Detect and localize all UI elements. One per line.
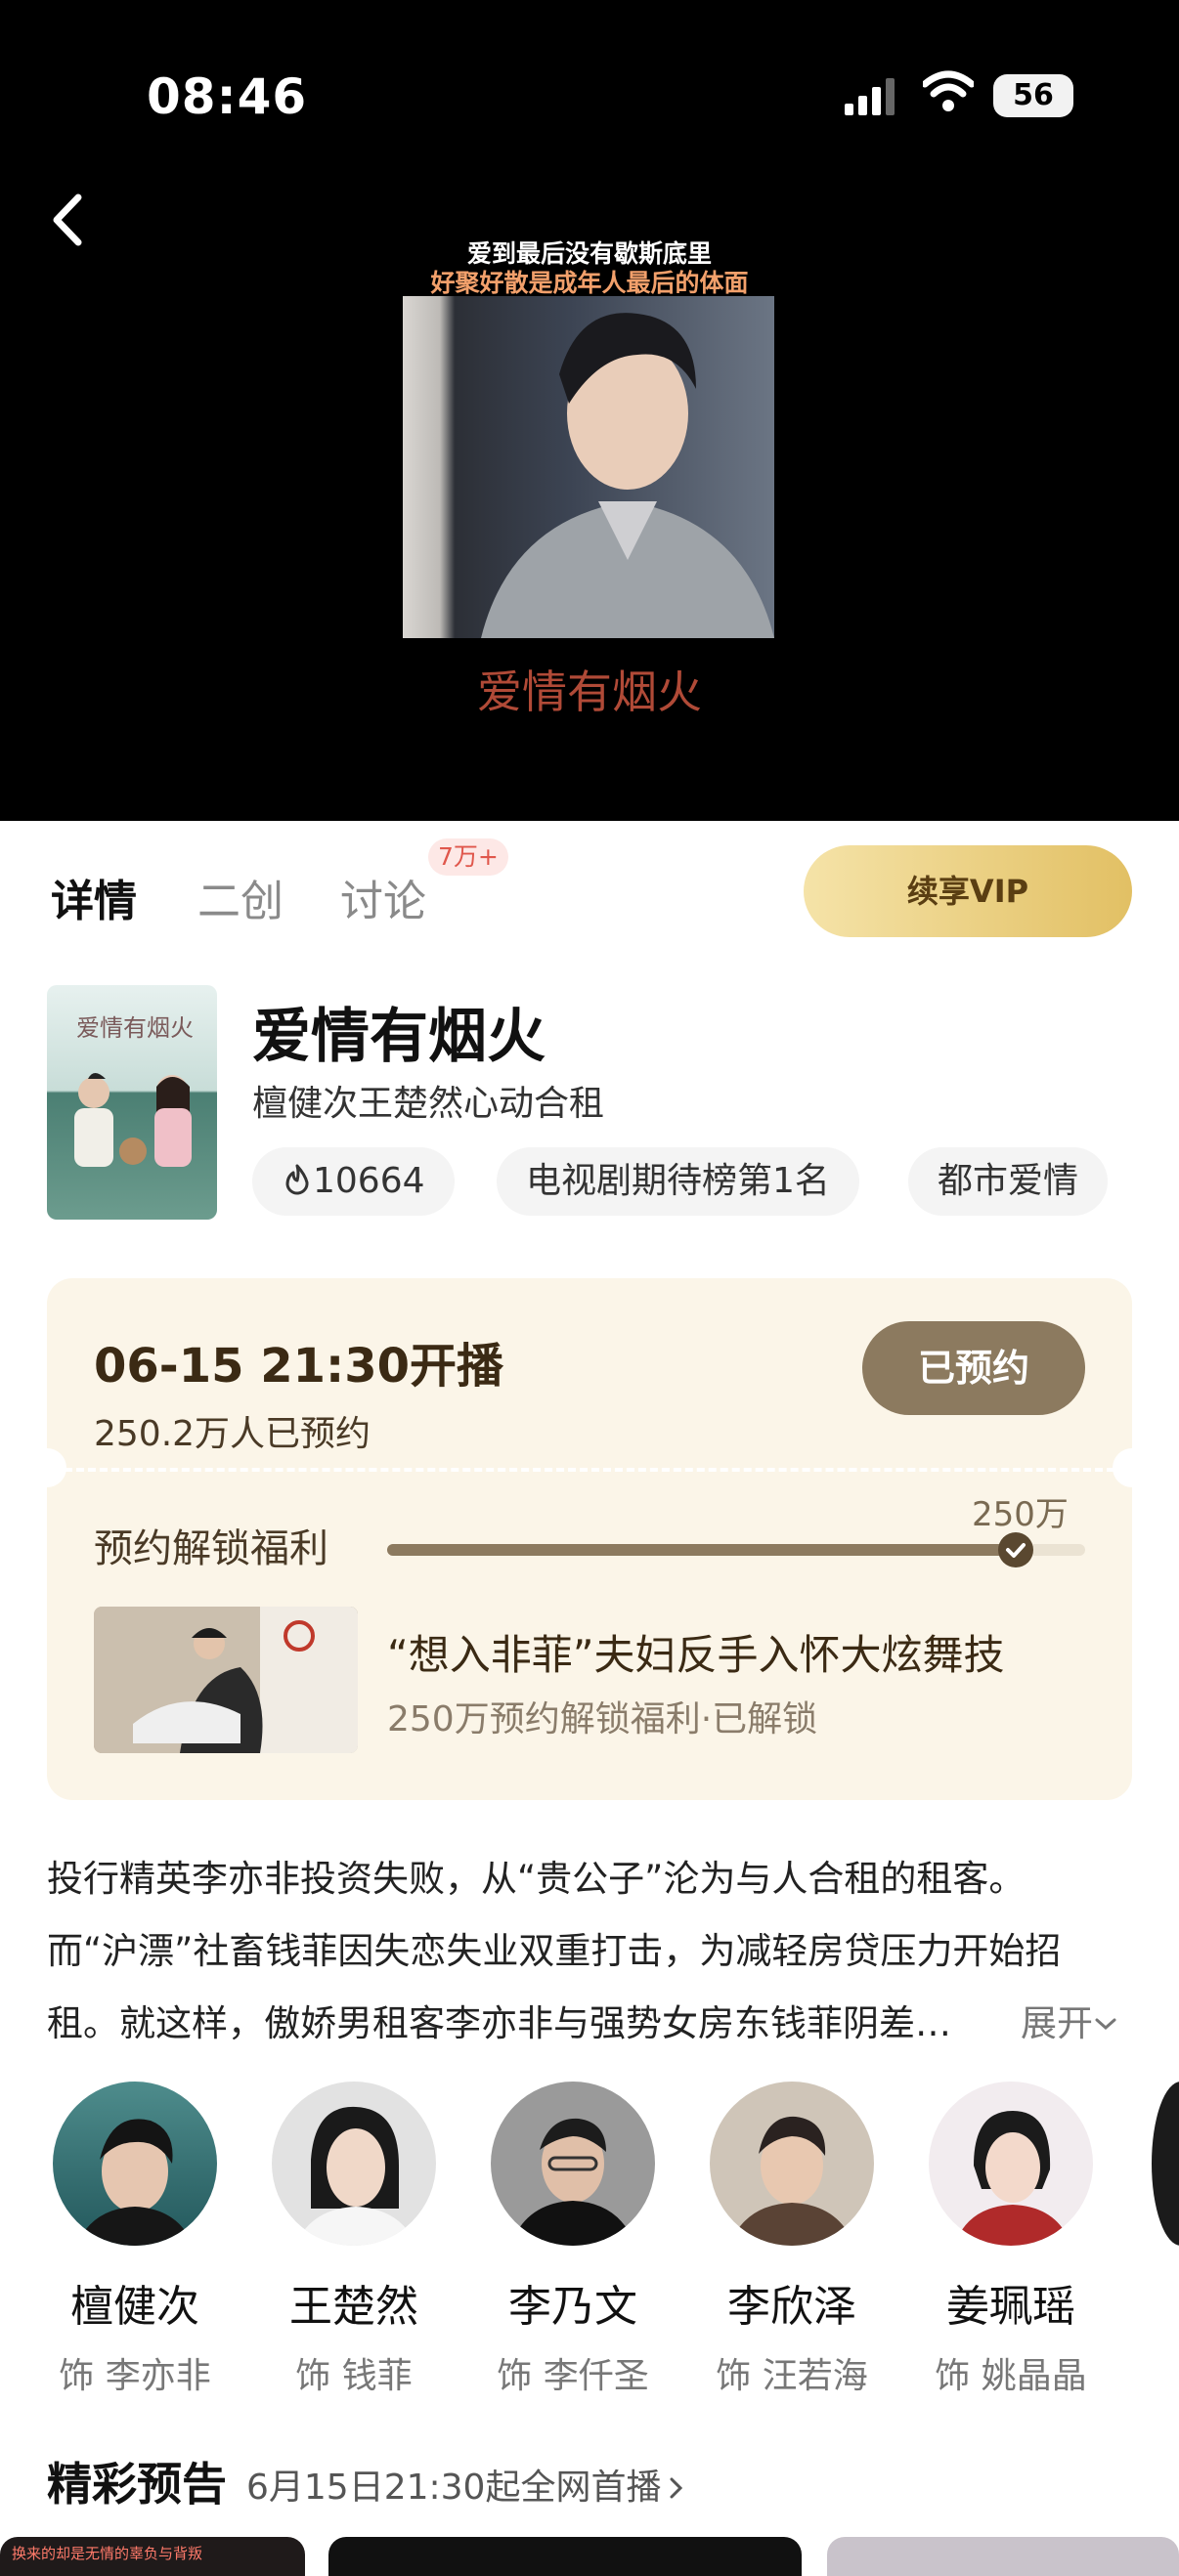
cast-role: 饰 姚晶晶 — [935, 2356, 1087, 2396]
show-title: 爱情有烟火 — [252, 1003, 546, 1071]
benefit-title[interactable]: “想入非菲”夫妇反手入怀大炫舞技 — [387, 1622, 1005, 1682]
synopsis-line: 租。就这样，傲娇男租客李亦非与强势女房东钱菲阴差… — [47, 2002, 951, 2044]
trailer-card[interactable]: 换来的却是无情的辜负与背叛 — [0, 2537, 305, 2576]
benefit-label: 预约解锁福利 — [94, 1526, 328, 1571]
benefit-video-thumbnail[interactable] — [94, 1607, 358, 1753]
poster-title: 爱情有烟火 — [477, 665, 702, 718]
cast-name: 李欣泽 — [727, 2282, 856, 2332]
synopsis-line: 而“沪漂”社畜钱菲因失恋失业双重打击，为减轻房贷压力开始招 — [47, 1930, 1062, 1972]
flame-icon — [285, 1164, 309, 1195]
poster-image — [403, 296, 774, 638]
cast-avatar — [710, 2082, 874, 2246]
benefit-status: 250万预约解锁福利·已解锁 — [387, 1699, 818, 1739]
cast-name: 李乃文 — [508, 2282, 637, 2332]
cast-member[interactable]: 李欣泽 饰 汪若海 — [694, 2082, 890, 2398]
cast-role: 饰 李亦非 — [59, 2356, 211, 2396]
genre-tag[interactable]: 都市爱情 — [908, 1147, 1109, 1216]
cast-avatar-next[interactable] — [1152, 2082, 1179, 2246]
release-time: 06-15 21:30开播 — [94, 1339, 504, 1394]
trailer-caption: 换来的却是无情的辜负与背叛 — [12, 2545, 203, 2562]
chevron-right-icon — [670, 2477, 683, 2499]
cast-avatar — [491, 2082, 655, 2246]
cast-avatar — [272, 2082, 436, 2246]
heat-value: 10664 — [313, 1161, 425, 1201]
cast-member[interactable]: 王楚然 饰 钱菲 — [256, 2082, 452, 2398]
wifi-icon — [923, 70, 974, 111]
trailer-section-title: 精彩预告 — [47, 2458, 227, 2511]
cast-member[interactable]: 姜珮瑶 饰 姚晶晶 — [913, 2082, 1109, 2398]
trailer-section-link[interactable]: 6月15日21:30起全网首播 — [246, 2459, 686, 2510]
show-subtitle: 檀健次王楚然心动合租 — [252, 1084, 605, 1124]
cast-member[interactable]: 李乃文 饰 李仟圣 — [475, 2082, 671, 2398]
benefit-progress-fill — [387, 1544, 1016, 1556]
tab-detail[interactable]: 详情 — [51, 866, 137, 928]
cast-role: 饰 李仟圣 — [497, 2356, 649, 2396]
vip-button[interactable]: 续享VIP — [804, 845, 1132, 937]
progress-check-icon — [998, 1532, 1033, 1567]
cast-name: 姜珮瑶 — [946, 2282, 1075, 2332]
rank-tag[interactable]: 电视剧期待榜第1名 — [497, 1147, 859, 1216]
card-notch-left — [27, 1448, 66, 1487]
trailer-subtitle: 6月15日21:30起全网首播 — [246, 2468, 662, 2508]
battery-icon: 56 — [993, 74, 1073, 117]
cast-avatar — [53, 2082, 217, 2246]
discuss-count-badge: 7万+ — [428, 838, 508, 876]
tab-discuss[interactable]: 讨论 — [340, 866, 426, 928]
cast-name: 王楚然 — [289, 2282, 418, 2332]
reservation-count: 250.2万人已预约 — [94, 1414, 371, 1454]
tab-create[interactable]: 二创 — [197, 866, 284, 928]
status-time: 08:46 — [147, 68, 308, 125]
cast-member[interactable]: 檀健次 饰 李亦非 — [37, 2082, 233, 2398]
reserved-button[interactable]: 已预约 — [862, 1321, 1085, 1415]
svg-text:爱情有烟火: 爱情有烟火 — [76, 1014, 194, 1042]
trailer-card[interactable] — [827, 2537, 1179, 2576]
show-cover[interactable]: 爱情有烟火 — [47, 985, 217, 1220]
cast-avatar — [929, 2082, 1093, 2246]
signal-icon — [845, 78, 895, 115]
trailer-card[interactable] — [328, 2537, 802, 2576]
cast-name: 檀健次 — [70, 2282, 199, 2332]
poster-tagline-2: 好聚好散是成年人最后的体面 — [430, 269, 749, 297]
synopsis-line: 投行精英李亦非投资失败，从“贵公子”沦为与人合租的租客。 — [47, 1858, 1026, 1900]
progress-target-label: 250万 — [972, 1495, 1069, 1534]
card-divider — [65, 1468, 1114, 1472]
expand-label: 展开 — [1021, 2002, 1093, 2044]
card-notch-right — [1113, 1448, 1152, 1487]
chevron-down-icon — [1095, 2018, 1116, 2031]
cast-role: 饰 汪若海 — [716, 2356, 868, 2396]
cast-role: 饰 钱菲 — [295, 2356, 413, 2396]
heat-tag[interactable]: 10664 — [252, 1147, 455, 1216]
expand-synopsis-button[interactable]: 展开 — [1021, 1994, 1118, 2046]
